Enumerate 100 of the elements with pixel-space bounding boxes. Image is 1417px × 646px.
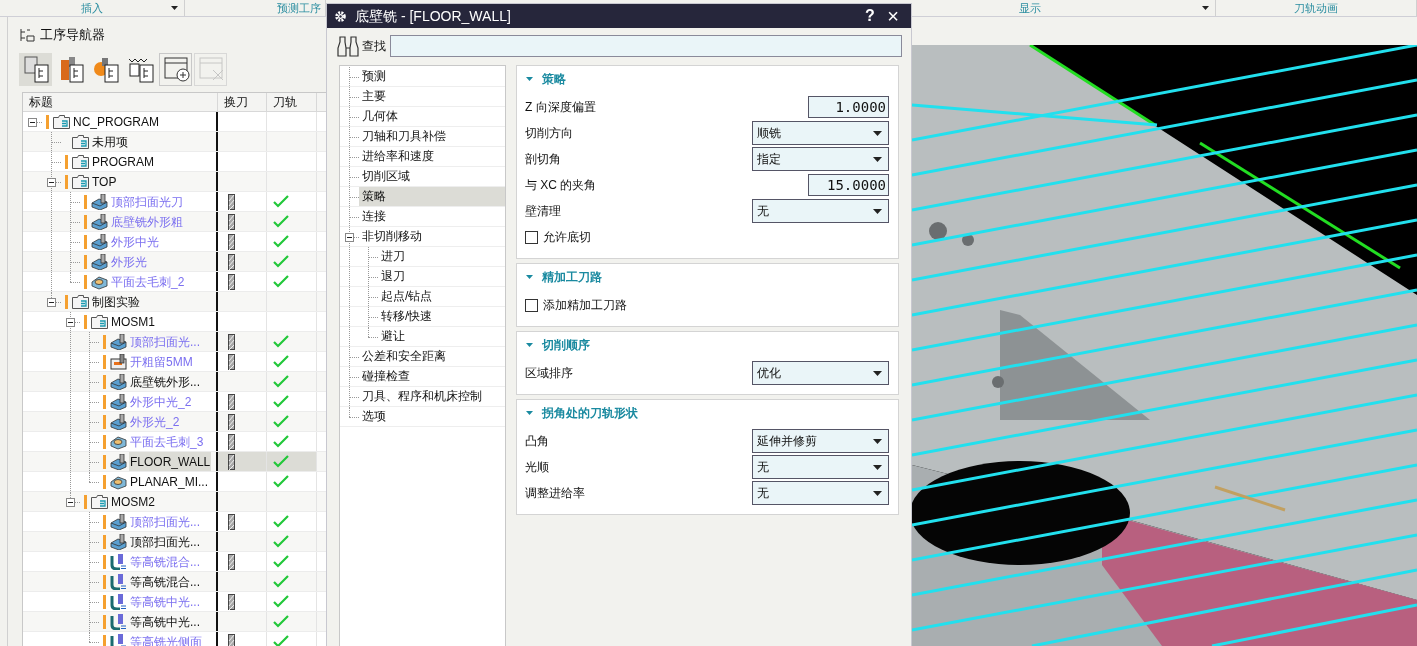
number-field[interactable]: 15.0000 xyxy=(808,174,889,196)
tree-item[interactable]: PLANAR_MI... xyxy=(129,472,210,491)
dropdown[interactable]: 无 xyxy=(752,199,889,223)
nav-item[interactable]: 选项 xyxy=(359,407,389,426)
nav-item[interactable]: 避让 xyxy=(378,327,408,346)
caret-icon[interactable] xyxy=(1202,6,1209,10)
nav-item[interactable]: 碰撞检查 xyxy=(359,367,413,386)
collapse-toggle[interactable] xyxy=(66,318,75,327)
nav-item[interactable]: 转移/快速 xyxy=(378,307,436,326)
caret-icon xyxy=(873,156,882,162)
milling-block-icon xyxy=(110,513,127,530)
tree-item[interactable]: 顶部扫面光... xyxy=(129,512,201,531)
binoculars-icon xyxy=(336,35,360,57)
ribbon-group-label[interactable]: 刀轨动画 xyxy=(1294,2,1338,14)
collapse-icon[interactable] xyxy=(526,411,533,415)
ribbon-group-label[interactable]: 插入 xyxy=(81,2,103,14)
nav-item[interactable]: 公差和安全距离 xyxy=(359,347,449,366)
caret-icon[interactable] xyxy=(171,6,178,10)
field-label: 区域排序 xyxy=(525,365,573,382)
checkbox-option[interactable]: 允许底切 xyxy=(525,228,591,246)
contour-mill-icon xyxy=(110,633,127,646)
dropdown[interactable]: 延伸并修剪 xyxy=(752,429,889,453)
section-title[interactable]: 拐角处的刀轨形状 xyxy=(542,404,638,422)
ribbon-group-label[interactable]: 显示 xyxy=(1019,2,1041,14)
milling-block-icon xyxy=(110,413,127,430)
contour-mill-icon xyxy=(110,613,127,630)
close-button[interactable]: × xyxy=(883,6,903,26)
tree-item[interactable]: 外形中光 xyxy=(110,232,160,251)
caret-icon xyxy=(873,208,882,214)
nav-item[interactable]: 进刀 xyxy=(378,247,408,266)
search-field[interactable] xyxy=(390,35,902,57)
checkbox-option[interactable]: 添加精加工刀路 xyxy=(525,296,627,314)
nav-item[interactable]: 预测 xyxy=(359,67,389,86)
panel-title: 工序导航器 xyxy=(40,26,105,45)
ribbon-group-label[interactable]: 预测工序 xyxy=(277,2,321,14)
collapse-icon[interactable] xyxy=(526,77,533,81)
search-label: 查找 xyxy=(362,38,386,55)
nav-item[interactable]: 连接 xyxy=(359,207,389,226)
column-header[interactable]: 换刀 xyxy=(224,93,248,111)
help-button[interactable]: ? xyxy=(861,6,879,26)
caret-icon xyxy=(873,490,882,496)
dropdown[interactable]: 无 xyxy=(752,481,889,505)
caret-icon xyxy=(873,438,882,444)
tree-item[interactable]: 未用项 xyxy=(91,132,129,151)
nav-item[interactable]: 刀具、程序和机床控制 xyxy=(359,387,485,406)
column-header[interactable]: 标题 xyxy=(29,93,53,111)
nav-item[interactable]: 非切削移动 xyxy=(359,227,425,246)
tree-item[interactable]: 顶部扫面光刀 xyxy=(110,192,184,211)
milling-block-icon xyxy=(110,393,127,410)
dropdown[interactable]: 优化 xyxy=(752,361,889,385)
nav-item[interactable]: 退刀 xyxy=(378,267,408,286)
nav-item[interactable]: 切削区域 xyxy=(359,167,413,186)
tree-item[interactable]: 平面去毛刺_2 xyxy=(110,272,186,291)
nav-item[interactable]: 起点/钻点 xyxy=(378,287,436,306)
nav-item[interactable]: 策略 xyxy=(359,187,505,206)
tree-item[interactable]: PROGRAM xyxy=(91,152,155,171)
tree-item[interactable]: 制图实验 xyxy=(91,292,141,311)
tree-item[interactable]: 等高铣混合... xyxy=(129,552,201,571)
add-window-icon[interactable] xyxy=(159,52,192,86)
milling-block-icon xyxy=(110,453,127,470)
contour-mill-icon xyxy=(110,593,127,610)
nav-item[interactable]: 刀轴和刀具补偿 xyxy=(359,127,449,146)
program-view-icon[interactable] xyxy=(19,52,52,86)
collapse-icon[interactable] xyxy=(526,343,533,347)
field-label: 切削方向 xyxy=(525,125,573,142)
tree-item[interactable]: NC_PROGRAM xyxy=(72,112,160,131)
section-title[interactable]: 策略 xyxy=(542,70,566,88)
dropdown[interactable]: 指定 xyxy=(752,147,889,171)
section-title[interactable]: 精加工刀路 xyxy=(542,268,602,286)
tree-item[interactable]: 平面去毛刺_3 xyxy=(129,432,205,451)
tree-item[interactable]: TOP xyxy=(91,172,118,191)
tree-item[interactable]: 等高铣中光... xyxy=(129,592,201,611)
dropdown[interactable]: 顺铣 xyxy=(752,121,889,145)
planar-mill-icon xyxy=(110,433,127,450)
checkbox[interactable] xyxy=(525,230,538,244)
collapse-toggle[interactable] xyxy=(28,118,37,127)
collapse-toggle[interactable] xyxy=(345,233,354,242)
collapse-icon[interactable] xyxy=(526,275,533,279)
caret-icon xyxy=(873,464,882,470)
collapse-toggle[interactable] xyxy=(66,498,75,507)
collapse-toggle[interactable] xyxy=(47,298,56,307)
field-label: Z 向深度偏置 xyxy=(525,99,596,116)
tree-item[interactable]: 外形光_2 xyxy=(129,412,181,431)
tree-item[interactable]: MOSM2 xyxy=(110,492,156,511)
column-header[interactable]: 刀轨 xyxy=(273,93,297,111)
nav-item[interactable]: 几何体 xyxy=(359,107,401,126)
caret-icon xyxy=(873,130,882,136)
tree-item[interactable]: MOSM1 xyxy=(110,312,156,331)
collapse-toggle[interactable] xyxy=(47,178,56,187)
tree-item[interactable]: 外形中光_2 xyxy=(129,392,193,411)
nav-item[interactable]: 进给率和速度 xyxy=(359,147,437,166)
tree-item[interactable]: 开粗留5MM xyxy=(129,352,194,371)
section-title[interactable]: 切削顺序 xyxy=(542,336,590,354)
tree-item[interactable]: FLOOR_WALL xyxy=(129,452,212,471)
nav-item[interactable]: 主要 xyxy=(359,87,389,106)
caret-icon xyxy=(873,370,882,376)
tree-item[interactable]: 外形光 xyxy=(110,252,148,271)
number-field[interactable]: 1.0000 xyxy=(808,96,889,118)
dropdown[interactable]: 无 xyxy=(752,455,889,479)
checkbox[interactable] xyxy=(525,298,538,312)
